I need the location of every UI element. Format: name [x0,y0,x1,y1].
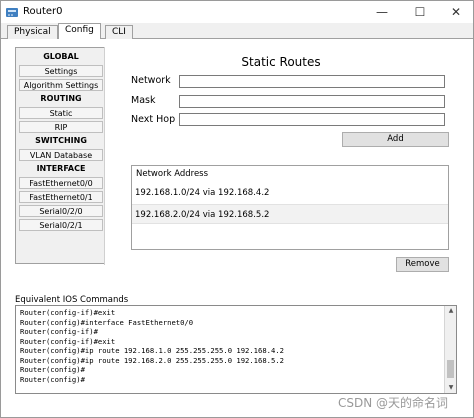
config-content: GLOBAL Settings Algorithm Settings ROUTI… [1,39,473,417]
nav-item-serial-0-2-1[interactable]: Serial0/2/1 [19,219,103,231]
scroll-up-arrow-icon[interactable]: ▲ [447,307,455,315]
route-row[interactable]: 192.168.1.0/24 via 192.168.4.2 [132,183,448,203]
nav-heading-routing: ROUTING [40,94,82,103]
left-nav-panel: GLOBAL Settings Algorithm Settings ROUTI… [15,47,105,264]
maximize-button[interactable]: ☐ [403,1,437,23]
ios-line: Router(config)#ip route 192.168.2.0 255.… [20,355,284,365]
ios-scrollbar[interactable]: ▲ ▼ [444,306,456,393]
ios-line: Router(config)#interface FastEthernet0/0 [20,317,194,327]
ios-line: Router(config)#ip route 192.168.1.0 255.… [20,346,284,355]
ios-line: Router(config)# [20,365,85,374]
tab-config[interactable]: Config [58,23,101,40]
ios-line: Router(config-if)#exit [20,336,116,346]
ios-commands-console[interactable]: Router(config-if)#exit Router(config)#in… [15,305,457,394]
nav-item-fastethernet-0-1[interactable]: FastEthernet0/1 [19,191,103,203]
mask-input[interactable] [179,95,445,108]
nav-heading-global: GLOBAL [43,52,79,61]
close-button[interactable]: ✕ [439,1,473,23]
ios-commands-label: Equivalent IOS Commands [15,295,129,305]
tab-physical[interactable]: Physical [7,25,58,39]
nav-heading-interface: INTERFACE [36,164,86,173]
nav-item-static[interactable]: Static [19,107,103,119]
nav-item-settings[interactable]: Settings [19,65,103,77]
nav-heading-switching: SWITCHING [35,136,87,145]
tab-bar: Physical Config CLI [1,23,473,40]
next-hop-label: Next Hop [131,114,176,125]
next-hop-input[interactable] [179,113,445,126]
tab-cli[interactable]: CLI [105,25,133,39]
watermark: CSDN @天的命名词 [338,396,449,410]
minimize-button[interactable]: — [365,1,399,23]
network-address-table: Network Address 192.168.1.0/24 via 192.1… [131,165,449,250]
network-label: Network [131,75,171,86]
network-input[interactable] [179,75,445,88]
nav-scroll-track[interactable] [104,47,118,265]
nav-item-fastethernet-0-0[interactable]: FastEthernet0/0 [19,177,103,189]
ios-line: Router(config-if)#exit [20,308,116,317]
scroll-down-arrow-icon[interactable]: ▼ [447,384,455,392]
static-routes-title: Static Routes [241,55,321,69]
window-title: Router0 [23,6,63,17]
nav-item-serial-0-2-0[interactable]: Serial0/2/0 [19,205,103,217]
route-row[interactable]: 192.168.2.0/24 via 192.168.5.2 [132,204,448,224]
ios-commands-text: Router(config-if)#exit Router(config)#in… [20,308,444,384]
remove-button[interactable]: Remove [396,257,449,272]
ios-line: Router(config)# [20,374,85,384]
title-bar: Router0 — ☐ ✕ [1,1,473,23]
ios-scroll-thumb[interactable] [447,360,454,378]
router-config-window: Router0 — ☐ ✕ Physical Config CLI GLOBAL… [0,0,474,418]
router-app-icon [6,8,18,17]
nav-item-vlan-database[interactable]: VLAN Database [19,149,103,161]
mask-label: Mask [131,95,156,106]
nav-item-algorithm-settings[interactable]: Algorithm Settings [19,79,103,91]
add-button[interactable]: Add [342,132,449,147]
ios-line: Router(config-if)# [20,327,98,336]
network-address-header: Network Address [136,169,209,179]
nav-item-rip[interactable]: RIP [19,121,103,133]
